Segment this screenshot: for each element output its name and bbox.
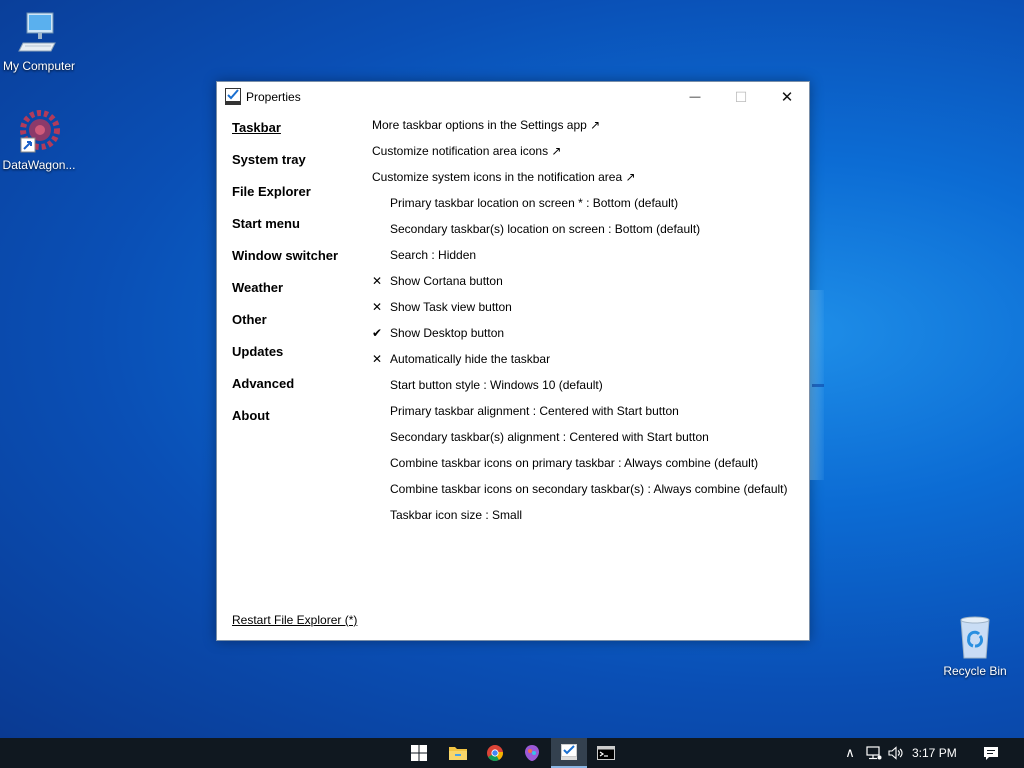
setting-label: Show Task view button — [390, 300, 512, 314]
network-button[interactable] — [865, 745, 883, 761]
properties-window: Properties — ☐ ✕ Taskbar System tray Fil… — [216, 81, 810, 641]
paint-icon — [525, 745, 539, 761]
network-icon — [866, 746, 882, 760]
restart-file-explorer-link[interactable]: Restart File Explorer (*) — [232, 613, 357, 627]
chrome-icon — [487, 745, 503, 761]
nav-item-updates[interactable]: Updates — [232, 344, 283, 359]
setting-secondary-location[interactable]: Secondary taskbar(s) location on screen … — [372, 222, 700, 236]
notification-icons-link[interactable]: Customize notification area icons ↗ — [372, 144, 561, 158]
setting-label: Combine taskbar icons on primary taskbar… — [390, 456, 759, 470]
setting-show-task-view[interactable]: ✕ Show Task view button — [372, 300, 512, 314]
volume-button[interactable] — [887, 745, 905, 761]
nav-item-weather[interactable]: Weather — [232, 280, 283, 295]
nav-item-file-explorer[interactable]: File Explorer — [232, 184, 311, 199]
desktop-icon-datawagon[interactable]: DataWagon... — [0, 108, 81, 172]
close-button[interactable]: ✕ — [764, 82, 810, 112]
desktop-icon-my-computer[interactable]: My Computer — [0, 9, 81, 73]
setting-label: Primary taskbar location on screen * : B… — [390, 196, 679, 210]
recycle-bin-icon — [951, 614, 999, 662]
setting-label: Combine taskbar icons on secondary taskb… — [390, 482, 788, 496]
minimize-button[interactable]: — — [672, 82, 718, 112]
setting-show-desktop[interactable]: ✔ Show Desktop button — [372, 326, 504, 340]
setting-label: Secondary taskbar(s) location on screen … — [390, 222, 701, 236]
wallpaper-light-gap — [812, 384, 824, 387]
title-bar[interactable]: Properties — ☐ ✕ — [217, 82, 809, 112]
desktop-icon-label: DataWagon... — [2, 158, 76, 172]
notification-icon — [984, 746, 998, 760]
setting-label: Taskbar icon size : Small — [390, 508, 523, 522]
nav-item-taskbar[interactable]: Taskbar — [232, 120, 281, 135]
close-icon: ✕ — [780, 89, 794, 106]
taskbar-clock[interactable]: 3:17 PM — [912, 746, 957, 760]
setting-start-button-style[interactable]: Start button style : Windows 10 (default… — [372, 378, 603, 392]
setting-combine-secondary[interactable]: Combine taskbar icons on secondary taskb… — [372, 482, 788, 496]
volume-icon — [888, 746, 903, 760]
unchecked-x-icon: ✕ — [372, 300, 383, 314]
taskbar-paint[interactable] — [514, 738, 550, 768]
desktop-icon-label: My Computer — [2, 59, 76, 73]
setting-label: Show Cortana button — [390, 274, 503, 288]
action-center-button[interactable] — [982, 745, 1000, 761]
setting-icon-size[interactable]: Taskbar icon size : Small — [372, 508, 522, 522]
setting-secondary-alignment[interactable]: Secondary taskbar(s) alignment : Centere… — [372, 430, 709, 444]
computer-icon — [15, 9, 63, 57]
properties-app-icon — [561, 744, 577, 760]
desktop: My Computer DataWagon... Recycle Bin Pro… — [0, 0, 1024, 738]
start-button[interactable] — [401, 738, 437, 768]
show-hidden-icons-button[interactable]: ∧ — [841, 745, 859, 761]
taskbar: ∧ 3:17 PM — [0, 738, 1024, 768]
setting-primary-alignment[interactable]: Primary taskbar alignment : Centered wit… — [372, 404, 679, 418]
taskbar-chrome[interactable] — [477, 738, 513, 768]
setting-search[interactable]: Search : Hidden — [372, 248, 476, 262]
nav-item-about[interactable]: About — [232, 408, 270, 423]
setting-primary-location[interactable]: Primary taskbar location on screen * : B… — [372, 196, 678, 210]
setting-label: Start button style : Windows 10 (default… — [390, 378, 603, 392]
setting-show-cortana[interactable]: ✕ Show Cortana button — [372, 274, 503, 288]
setting-label: Secondary taskbar(s) alignment : Centere… — [390, 430, 709, 444]
unchecked-x-icon: ✕ — [372, 274, 383, 288]
setting-label: Automatically hide the taskbar — [390, 352, 551, 366]
setting-autohide-taskbar[interactable]: ✕ Automatically hide the taskbar — [372, 352, 550, 366]
nav-item-start-menu[interactable]: Start menu — [232, 216, 300, 231]
start-icon — [411, 745, 427, 761]
nav-item-system-tray[interactable]: System tray — [232, 152, 306, 167]
gear-icon — [15, 108, 63, 156]
chevron-up-icon: ∧ — [845, 745, 855, 760]
setting-label: Show Desktop button — [390, 326, 505, 340]
properties-app-icon — [225, 88, 241, 105]
file-explorer-icon — [449, 747, 467, 760]
command-prompt-icon — [597, 746, 615, 760]
taskbar-command-prompt[interactable] — [588, 738, 624, 768]
nav-item-window-switcher[interactable]: Window switcher — [232, 248, 338, 263]
taskbar-file-explorer[interactable] — [440, 738, 476, 768]
settings-app-link[interactable]: More taskbar options in the Settings app… — [372, 118, 600, 132]
setting-label: Search : Hidden — [390, 248, 477, 262]
setting-combine-primary[interactable]: Combine taskbar icons on primary taskbar… — [372, 456, 758, 470]
window-title: Properties — [246, 90, 301, 104]
unchecked-x-icon: ✕ — [372, 352, 383, 366]
taskbar-properties-app[interactable] — [551, 738, 587, 768]
maximize-button[interactable]: ☐ — [718, 82, 764, 112]
maximize-icon: ☐ — [734, 88, 748, 105]
nav-item-other[interactable]: Other — [232, 312, 267, 327]
desktop-icon-label: Recycle Bin — [943, 664, 1007, 678]
checkmark-icon: ✔ — [372, 326, 383, 340]
setting-label: Primary taskbar alignment : Centered wit… — [390, 404, 679, 418]
system-icons-link[interactable]: Customize system icons in the notificati… — [372, 170, 636, 184]
minimize-icon: — — [689, 91, 701, 103]
nav-item-advanced[interactable]: Advanced — [232, 376, 294, 391]
desktop-icon-recycle-bin[interactable]: Recycle Bin — [933, 614, 1017, 678]
